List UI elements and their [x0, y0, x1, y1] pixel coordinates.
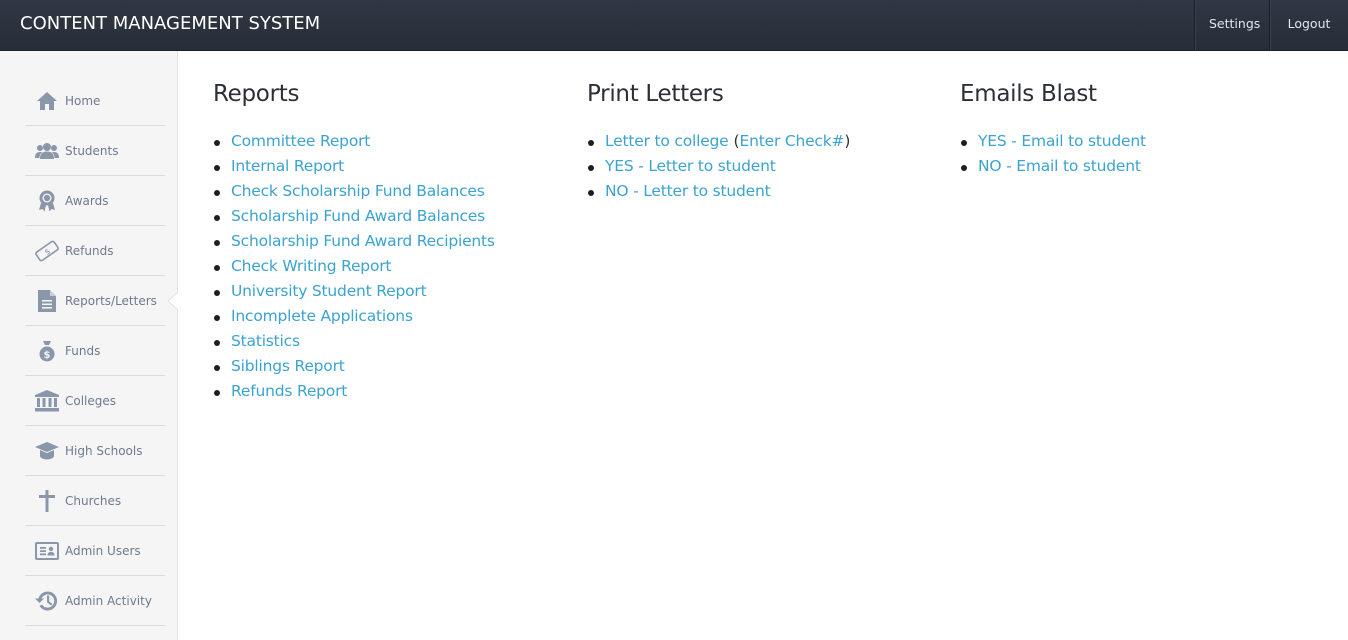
svg-text:$: $ — [43, 246, 52, 256]
list-item: Scholarship Fund Award Recipients — [213, 229, 495, 254]
sidebar: Home Students Awards $ Refunds Reports/L… — [0, 51, 181, 640]
top-navbar: CONTENT MANAGEMENT SYSTEM Settings Logou… — [0, 0, 1348, 51]
emails-blast-heading: Emails Blast — [960, 81, 1097, 107]
award-ribbon-icon — [34, 188, 60, 214]
list-item: Committee Report — [213, 129, 495, 154]
refunds-report-link[interactable]: Refunds Report — [231, 382, 347, 400]
document-icon — [34, 288, 60, 314]
list-item: Incomplete Applications — [213, 304, 495, 329]
siblings-report-link[interactable]: Siblings Report — [231, 357, 345, 375]
yes-letter-to-student-link[interactable]: YES - Letter to student — [605, 157, 776, 175]
money-bill-icon: $ — [34, 238, 60, 264]
print-letters-list: Letter to college (Enter Check#) YES - L… — [587, 129, 850, 204]
sidebar-item-label: Awards — [65, 193, 109, 208]
internal-report-link[interactable]: Internal Report — [231, 157, 344, 175]
sidebar-item-label: Churches — [65, 493, 122, 508]
print-letters-heading: Print Letters — [587, 81, 724, 107]
cross-icon — [34, 488, 60, 514]
sidebar-item-label: Reports/Letters — [65, 293, 157, 308]
sidebar-item-funds[interactable]: $ Funds — [25, 326, 165, 376]
home-icon — [34, 88, 60, 114]
sidebar-item-reports-letters[interactable]: Reports/Letters — [25, 276, 165, 326]
logout-link[interactable]: Logout — [1269, 0, 1348, 50]
graduation-cap-icon — [34, 438, 60, 464]
yes-email-to-student-link[interactable]: YES - Email to student — [978, 132, 1146, 150]
sidebar-item-label: Admin Activity — [65, 593, 152, 608]
paren-close: ) — [844, 132, 851, 150]
sidebar-item-churches[interactable]: Churches — [25, 476, 165, 526]
emails-blast-section: Emails Blast YES - Email to student NO -… — [960, 81, 1146, 179]
scholarship-fund-award-balances-link[interactable]: Scholarship Fund Award Balances — [231, 207, 485, 225]
list-item: Statistics — [213, 329, 495, 354]
reports-section: Reports Committee Report Internal Report… — [213, 81, 495, 404]
no-letter-to-student-link[interactable]: NO - Letter to student — [605, 182, 771, 200]
list-item: Refunds Report — [213, 379, 495, 404]
sidebar-item-label: Admin Users — [65, 543, 141, 558]
no-email-to-student-link[interactable]: NO - Email to student — [978, 157, 1141, 175]
list-item: NO - Letter to student — [587, 179, 850, 204]
sidebar-item-admin-activity[interactable]: Admin Activity — [25, 576, 165, 626]
sidebar-item-label: Colleges — [65, 393, 117, 408]
letter-to-college-link[interactable]: Letter to college — [605, 132, 729, 150]
list-item: Scholarship Fund Award Balances — [213, 204, 495, 229]
sidebar-item-home[interactable]: Home — [25, 76, 165, 126]
list-item: Check Scholarship Fund Balances — [213, 179, 495, 204]
list-item: NO - Email to student — [960, 154, 1146, 179]
sidebar-item-colleges[interactable]: Colleges — [25, 376, 165, 426]
users-icon — [34, 138, 60, 164]
list-item: Siblings Report — [213, 354, 495, 379]
svg-text:$: $ — [44, 350, 51, 361]
top-nav: Settings Logout — [1194, 0, 1348, 50]
list-item: YES - Letter to student — [587, 154, 850, 179]
sidebar-item-refunds[interactable]: $ Refunds — [25, 226, 165, 276]
emails-blast-list: YES - Email to student NO - Email to stu… — [960, 129, 1146, 179]
sidebar-item-label: Students — [65, 143, 119, 158]
settings-link[interactable]: Settings — [1194, 0, 1269, 50]
list-item: University Student Report — [213, 279, 495, 304]
sidebar-item-label: Home — [65, 93, 101, 108]
sidebar-item-high-schools[interactable]: High Schools — [25, 426, 165, 476]
reports-heading: Reports — [213, 81, 300, 107]
reports-list: Committee Report Internal Report Check S… — [213, 129, 495, 404]
main-content: Reports Committee Report Internal Report… — [178, 51, 1348, 640]
statistics-link[interactable]: Statistics — [231, 332, 300, 350]
check-writing-report-link[interactable]: Check Writing Report — [231, 257, 391, 275]
institution-icon — [34, 388, 60, 414]
list-item: Letter to college (Enter Check#) — [587, 129, 850, 154]
id-card-icon — [34, 538, 60, 564]
university-student-report-link[interactable]: University Student Report — [231, 282, 427, 300]
check-scholarship-fund-balances-link[interactable]: Check Scholarship Fund Balances — [231, 182, 485, 200]
print-letters-section: Print Letters Letter to college (Enter C… — [587, 81, 850, 204]
scholarship-fund-award-recipients-link[interactable]: Scholarship Fund Award Recipients — [231, 232, 495, 250]
sidebar-item-students[interactable]: Students — [25, 126, 165, 176]
incomplete-applications-link[interactable]: Incomplete Applications — [231, 307, 413, 325]
list-item: Check Writing Report — [213, 254, 495, 279]
app-title: CONTENT MANAGEMENT SYSTEM — [20, 13, 321, 34]
sidebar-item-label: High Schools — [65, 443, 143, 458]
sidebar-item-admin-users[interactable]: Admin Users — [25, 526, 165, 576]
committee-report-link[interactable]: Committee Report — [231, 132, 370, 150]
money-bag-icon: $ — [34, 338, 60, 364]
sidebar-item-label: Funds — [65, 343, 101, 358]
history-icon — [34, 588, 60, 614]
sidebar-item-awards[interactable]: Awards — [25, 176, 165, 226]
list-item: Internal Report — [213, 154, 495, 179]
sidebar-item-label: Refunds — [65, 243, 114, 258]
enter-check-link[interactable]: Enter Check# — [740, 132, 845, 150]
list-item: YES - Email to student — [960, 129, 1146, 154]
